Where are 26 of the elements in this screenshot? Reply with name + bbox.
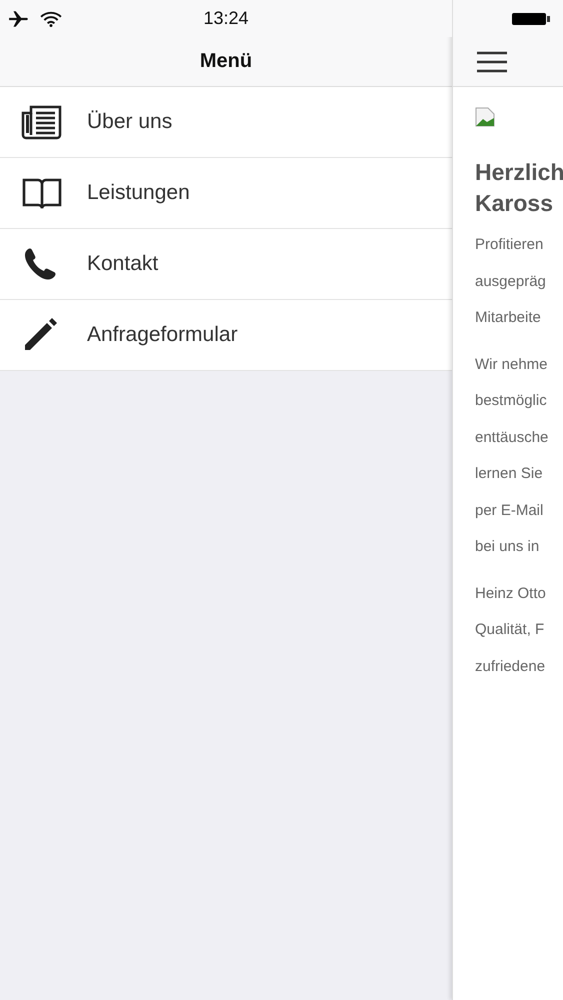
text-line: Wir nehme <box>475 354 549 374</box>
text-line: ausgepräg <box>475 272 547 292</box>
text-line: Mitarbeite <box>475 308 542 328</box>
text-line: Heinz Otto <box>475 584 547 604</box>
heading-line: Herzlich <box>475 158 563 187</box>
text-line: zufriedene <box>475 656 546 676</box>
text-line: bestmöglic <box>475 391 548 411</box>
menu-title: Menü <box>200 50 252 73</box>
text-line: Profitieren <box>475 235 544 255</box>
text-line: bei uns in <box>475 537 540 557</box>
menu-icon[interactable] <box>477 50 507 72</box>
wifi-icon <box>40 10 62 26</box>
broken-image-icon <box>475 107 495 127</box>
text-line: lernen Sie <box>475 464 544 484</box>
battery-icon <box>511 10 551 26</box>
status-time: 13:24 <box>203 8 249 29</box>
menu-item[interactable]: Kontakt <box>0 229 452 300</box>
menu-item[interactable]: Leistungen <box>0 158 452 229</box>
text-line: enttäusche <box>475 428 550 448</box>
heading-line: Kaross <box>475 189 554 218</box>
menu-item[interactable]: Über uns <box>0 87 452 158</box>
text-line: per E-Mail <box>475 500 544 520</box>
menu-item[interactable]: Anfrageformular <box>0 300 452 371</box>
airplane-icon <box>8 10 30 28</box>
newspaper-icon <box>21 104 63 140</box>
text-line: Qualität, F <box>475 620 546 640</box>
